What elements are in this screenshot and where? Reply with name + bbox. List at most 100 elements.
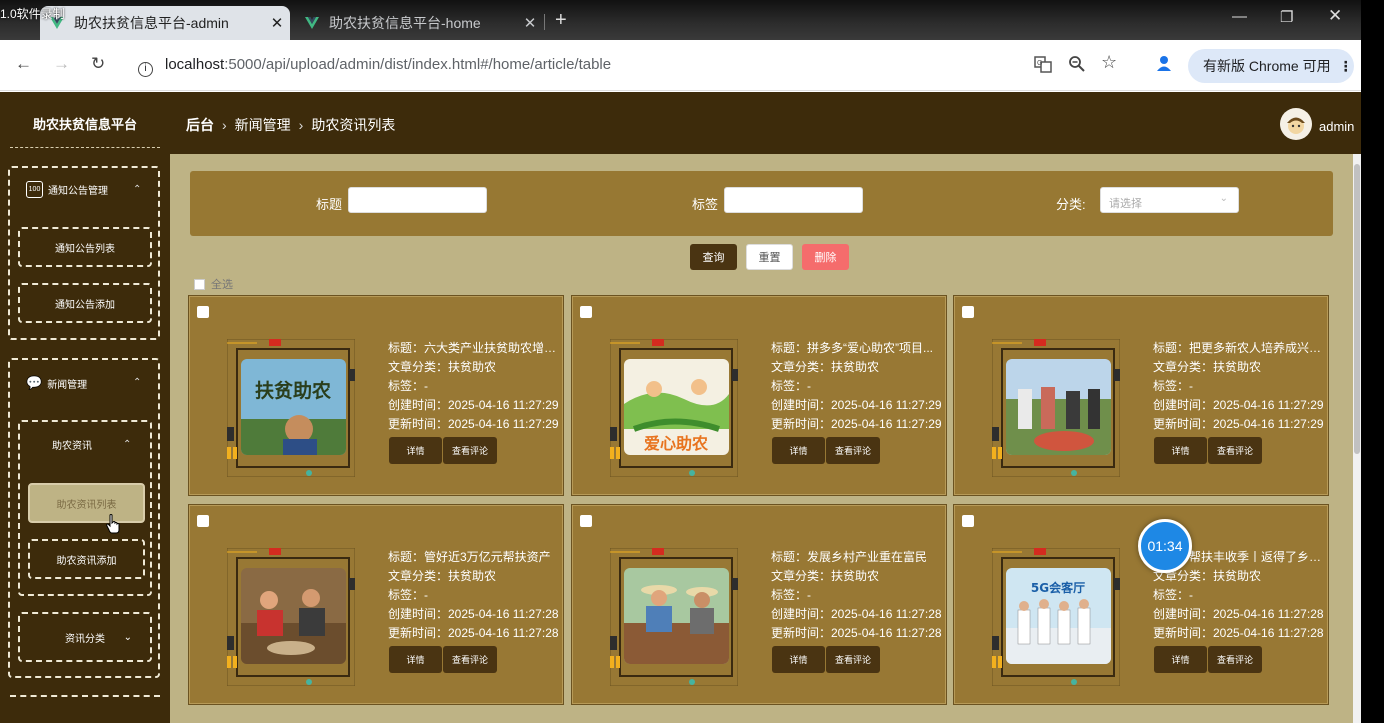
window-close-icon[interactable]: ✕ bbox=[1328, 6, 1342, 26]
article-card[interactable]: 扶贫助农 标题：六大类产业扶贫助农增收... 文章分类：扶贫助农 标签：- 创建时间：2… bbox=[188, 295, 564, 496]
article-card[interactable]: 爱心助农 标题：拼多多“爱心助农”项目... 文章分类：扶贫助农 标签：- 创建时间：2… bbox=[571, 295, 947, 496]
sidebar-item-news-category[interactable]: 资讯分类 ⌄ bbox=[18, 612, 152, 662]
back-icon[interactable]: ← bbox=[15, 54, 32, 74]
article-tags: 标签：- bbox=[1153, 379, 1193, 393]
profile-icon[interactable] bbox=[1156, 55, 1172, 76]
browser-tab-strip: 助农扶贫信息平台-admin ✕ 助农扶贫信息平台-home ✕ + — ❐ ✕ bbox=[0, 0, 1361, 40]
delete-button[interactable]: 删除 bbox=[802, 244, 849, 270]
article-updated: 更新时间：2025-04-16 11:27:28 bbox=[771, 626, 942, 640]
article-category: 文章分类：扶贫助农 bbox=[771, 360, 880, 374]
breadcrumb-current: 助农资讯列表 bbox=[311, 117, 396, 133]
article-card[interactable]: 标题：把更多新农人培养成兴农... 文章分类：扶贫助农 标签：- 创建时间：2025-… bbox=[953, 295, 1329, 496]
avatar[interactable] bbox=[1280, 108, 1312, 140]
select-all-checkbox[interactable]: 全选 bbox=[194, 276, 233, 292]
title-label: 标题 bbox=[316, 197, 343, 212]
detail-button[interactable]: 详情 bbox=[772, 437, 825, 464]
new-tab-icon[interactable]: + bbox=[555, 9, 567, 32]
view-comments-button[interactable]: 查看评论 bbox=[826, 437, 880, 464]
article-checkbox[interactable] bbox=[197, 515, 209, 527]
restore-icon[interactable]: ❐ bbox=[1280, 8, 1293, 26]
article-title: 标题：把更多新农人培养成兴农... bbox=[1153, 341, 1325, 355]
article-category: 文章分类：扶贫助农 bbox=[1153, 360, 1262, 374]
query-button[interactable]: 查询 bbox=[690, 244, 737, 270]
zoom-icon[interactable] bbox=[1068, 55, 1086, 78]
browser-tab-home[interactable]: 助农扶贫信息平台-home ✕ bbox=[295, 6, 543, 40]
article-category: 文章分类：扶贫助农 bbox=[1153, 569, 1262, 583]
view-comments-button[interactable]: 查看评论 bbox=[443, 437, 497, 464]
translate-icon[interactable]: G bbox=[1034, 55, 1052, 78]
article-created: 创建时间：2025-04-16 11:27:28 bbox=[1153, 607, 1324, 621]
sidebar-item-news-list[interactable]: 助农资讯列表 bbox=[28, 483, 145, 523]
view-comments-button[interactable]: 查看评论 bbox=[1208, 437, 1262, 464]
tab-close-icon[interactable]: ✕ bbox=[517, 14, 543, 32]
sidebar-item-notice-management[interactable]: 100 通知公告管理 bbox=[26, 181, 108, 198]
browser-tab-admin[interactable]: 助农扶贫信息平台-admin ✕ bbox=[40, 6, 290, 40]
view-comments-button[interactable]: 查看评论 bbox=[443, 646, 497, 673]
article-thumbnail[interactable] bbox=[624, 568, 729, 664]
sidebar-item-news-add[interactable]: 助农资讯添加 bbox=[28, 539, 145, 579]
address-bar[interactable]: i localhost:5000/api/upload/admin/dist/in… bbox=[138, 56, 611, 77]
article-checkbox[interactable] bbox=[197, 306, 209, 318]
tag-label: 标签 bbox=[692, 197, 719, 212]
article-thumbnail[interactable]: 扶贫助农 bbox=[241, 359, 346, 455]
divider bbox=[10, 147, 160, 148]
detail-button[interactable]: 详情 bbox=[1154, 437, 1207, 464]
update-label: 有新版 Chrome 可用 bbox=[1203, 58, 1331, 74]
sidebar-item-notice-add[interactable]: 通知公告添加 bbox=[18, 283, 152, 323]
article-checkbox[interactable] bbox=[580, 306, 592, 318]
scrollbar[interactable] bbox=[1353, 154, 1361, 723]
article-thumbnail[interactable] bbox=[241, 568, 346, 664]
tab-close-icon[interactable]: ✕ bbox=[264, 14, 290, 32]
svg-text:扶贫助农: 扶贫助农 bbox=[255, 379, 331, 402]
breadcrumb-separator-icon: › bbox=[298, 117, 304, 133]
detail-button[interactable]: 详情 bbox=[389, 437, 442, 464]
tab-title: 助农扶贫信息平台-admin bbox=[74, 15, 229, 31]
recording-timer: 01:34 bbox=[1138, 519, 1192, 573]
chevron-up-icon[interactable]: ⌃ bbox=[123, 439, 131, 450]
article-info: 标题：拼多多“爱心助农”项目... 文章分类：扶贫助农 标签：- 创建时间：2025-… bbox=[771, 339, 943, 434]
tag-input[interactable] bbox=[724, 187, 863, 213]
article-checkbox[interactable] bbox=[962, 306, 974, 318]
article-checkbox[interactable] bbox=[962, 515, 974, 527]
reset-button[interactable]: 重置 bbox=[746, 244, 793, 270]
breadcrumb-home[interactable]: 后台 bbox=[186, 117, 214, 133]
username[interactable]: admin bbox=[1319, 119, 1354, 134]
sidebar-item-news-management[interactable]: 💬 新闻管理 bbox=[26, 375, 87, 391]
site-info-icon[interactable]: i bbox=[138, 62, 153, 77]
view-comments-button[interactable]: 查看评论 bbox=[1208, 646, 1262, 673]
more-menu-icon[interactable]: ⋮ bbox=[1339, 58, 1353, 75]
article-thumbnail[interactable]: 5G会客厅 bbox=[1006, 568, 1111, 664]
detail-button[interactable]: 详情 bbox=[772, 646, 825, 673]
chat-bubble-icon: 💬 bbox=[26, 375, 43, 390]
sidebar-item-notice-list[interactable]: 通知公告列表 bbox=[18, 227, 152, 267]
reload-icon[interactable]: ↻ bbox=[91, 54, 105, 74]
title-input[interactable] bbox=[348, 187, 487, 213]
article-tags: 标签：- bbox=[388, 379, 428, 393]
category-select[interactable]: 请选择 ⌄ bbox=[1100, 187, 1239, 213]
article-thumbnail[interactable] bbox=[1006, 359, 1111, 455]
vue-logo-icon bbox=[305, 17, 319, 29]
chevron-up-icon[interactable]: ⌃ bbox=[133, 184, 141, 195]
article-card[interactable]: 标题：发展乡村产业重在富民 文章分类：扶贫助农 标签：- 创建时间：2025-04-1… bbox=[571, 504, 947, 705]
article-checkbox[interactable] bbox=[580, 515, 592, 527]
article-updated: 更新时间：2025-04-16 11:27:28 bbox=[388, 626, 559, 640]
sidebar-item-news[interactable]: 助农资讯 bbox=[52, 437, 92, 452]
article-category: 文章分类：扶贫助农 bbox=[388, 569, 497, 583]
bookmark-star-icon[interactable]: ☆ bbox=[1101, 52, 1117, 73]
chrome-update-button[interactable]: 有新版 Chrome 可用 ⋮ bbox=[1188, 49, 1354, 83]
article-thumbnail[interactable]: 爱心助农 bbox=[624, 359, 729, 455]
chevron-up-icon[interactable]: ⌃ bbox=[133, 377, 141, 388]
scrollbar-thumb[interactable] bbox=[1354, 164, 1360, 454]
browser-toolbar: ← → ↻ i localhost:5000/api/upload/admin/d… bbox=[0, 40, 1361, 91]
article-info: 标题：管好近3万亿元帮扶资产 文章分类：扶贫助农 标签：- 创建时间：2025-04-… bbox=[388, 548, 560, 643]
detail-button[interactable]: 详情 bbox=[389, 646, 442, 673]
article-card[interactable]: 标题：管好近3万亿元帮扶资产 文章分类：扶贫助农 标签：- 创建时间：2025-04-… bbox=[188, 504, 564, 705]
breadcrumb-news[interactable]: 新闻管理 bbox=[235, 117, 291, 133]
minimize-icon[interactable]: — bbox=[1232, 8, 1247, 25]
detail-button[interactable]: 详情 bbox=[1154, 646, 1207, 673]
svg-text:爱心助农: 爱心助农 bbox=[644, 434, 708, 453]
screen: 1.0软件录制 助农扶贫信息平台-admin ✕ 助农扶贫信息平台-home ✕… bbox=[0, 0, 1361, 723]
article-created: 创建时间：2025-04-16 11:27:28 bbox=[771, 607, 942, 621]
forward-icon[interactable]: → bbox=[53, 54, 70, 74]
view-comments-button[interactable]: 查看评论 bbox=[826, 646, 880, 673]
